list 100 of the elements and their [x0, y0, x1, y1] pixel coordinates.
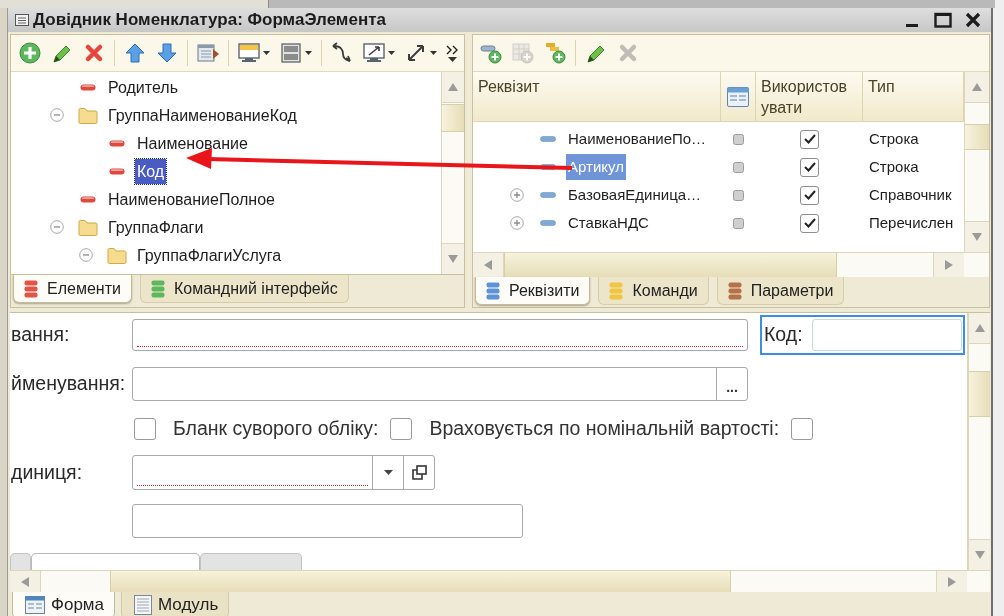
horizontal-scrollbar[interactable]	[10, 570, 967, 592]
scroll-right-button[interactable]	[937, 571, 967, 592]
horizontal-scrollbar[interactable]	[473, 252, 964, 277]
editor-tab[interactable]: Модуль	[121, 592, 230, 616]
expand-icon[interactable]	[510, 216, 524, 230]
close-icon[interactable]	[965, 12, 981, 28]
plus-circle-icon[interactable]	[19, 42, 41, 64]
panel-tab[interactable]: Командний інтерфейс	[139, 275, 349, 303]
checkbox[interactable]	[800, 185, 819, 205]
tree-item[interactable]: Код	[135, 158, 167, 184]
field-label: Код:	[764, 322, 803, 348]
more-button[interactable]	[446, 44, 459, 62]
scroll-left-button[interactable]	[10, 571, 40, 592]
triangle-up-icon	[974, 324, 985, 332]
tree-item[interactable]: ГруппаНаименованиеКод	[106, 102, 299, 128]
dash-icon	[80, 83, 96, 91]
attribute-plus-icon[interactable]	[480, 42, 502, 64]
scrollbar-thumb[interactable]	[965, 124, 989, 150]
triangle-down-icon	[972, 233, 982, 241]
caret-icon[interactable]	[448, 56, 457, 62]
panel-tab[interactable]: Елементи	[13, 275, 132, 303]
folder-icon	[107, 246, 127, 264]
collapse-icon[interactable]	[49, 220, 64, 234]
form-tab[interactable]	[31, 553, 200, 570]
folder-icon	[78, 106, 98, 124]
scroll-up-button[interactable]	[442, 72, 464, 102]
scroll-left-button[interactable]	[473, 253, 503, 277]
editor-tab[interactable]: Форма	[12, 592, 115, 616]
tree-item[interactable]: Родитель	[106, 74, 180, 100]
maximize-icon[interactable]	[934, 12, 952, 28]
attribute-type: Справочник	[869, 185, 952, 203]
caret-icon[interactable]	[305, 51, 312, 55]
triangle-right-icon	[948, 576, 956, 587]
triangle-left-icon	[21, 576, 29, 587]
checkbox[interactable]	[390, 417, 413, 440]
monitor-arrow-icon[interactable]	[363, 42, 385, 64]
list-window-icon[interactable]	[197, 42, 219, 64]
input-field[interactable]: ...	[132, 367, 748, 401]
vertical-scrollbar[interactable]	[968, 313, 990, 570]
square-icon	[733, 161, 744, 173]
tree-item[interactable]: Наименование	[135, 130, 250, 156]
collapse-icon[interactable]	[78, 248, 93, 262]
input-field[interactable]	[812, 319, 962, 351]
caret-icon	[383, 470, 393, 475]
monitor-icon[interactable]	[238, 42, 260, 64]
blocks-plus-icon[interactable]	[544, 42, 566, 64]
field-label: йменування:	[11, 372, 126, 395]
dash-icon	[540, 192, 556, 198]
column-header[interactable]: Тип	[868, 76, 963, 97]
tree-item[interactable]: НаименованиеПолное	[106, 186, 277, 212]
tree-item[interactable]: ГруппаФлаги	[106, 214, 206, 240]
caret-icon[interactable]	[388, 51, 395, 55]
down-arrow-icon[interactable]	[156, 42, 178, 64]
checkbox[interactable]	[134, 417, 156, 440]
attribute-name[interactable]: НаименованиеПо…	[566, 126, 709, 152]
attribute-type: Строка	[869, 157, 919, 175]
field-label: вання:	[11, 323, 70, 346]
collapse-icon[interactable]	[49, 108, 64, 122]
cross-icon[interactable]	[83, 42, 105, 64]
scroll-right-button[interactable]	[934, 253, 964, 277]
document-icon	[134, 594, 152, 615]
double-chevron-icon[interactable]	[446, 44, 459, 55]
diagonal-arrows-icon[interactable]	[405, 42, 427, 64]
attribute-name[interactable]: БазоваяЕдиница…	[566, 182, 704, 208]
vertical-scrollbar[interactable]	[964, 72, 989, 252]
folder-icon	[78, 218, 98, 236]
select-button[interactable]: ...	[716, 368, 747, 400]
combo-box[interactable]	[132, 455, 435, 490]
triangle-up-icon	[972, 83, 982, 91]
caret-icon[interactable]	[430, 51, 437, 55]
scrollbar-thumb[interactable]	[442, 104, 464, 132]
panel-tab[interactable]: Реквізити	[475, 277, 591, 305]
column-header[interactable]: Використовувати	[761, 76, 851, 118]
column-header[interactable]: Реквізит	[478, 76, 720, 97]
tree-item[interactable]: ГруппаФлагиУслуга	[135, 242, 284, 268]
input-field[interactable]	[132, 504, 523, 538]
checkbox[interactable]	[800, 213, 819, 233]
triangle-right-icon	[945, 260, 953, 270]
scroll-up-button[interactable]	[969, 313, 990, 343]
scroll-down-button[interactable]	[442, 244, 464, 274]
checkbox[interactable]	[800, 157, 819, 177]
scroll-down-button[interactable]	[969, 540, 990, 570]
attribute-name[interactable]: СтавкаНДС	[566, 210, 651, 236]
panel-tab[interactable]: Параметри	[716, 277, 845, 305]
scroll-down-button[interactable]	[965, 222, 989, 252]
curved-arrow-icon[interactable]	[331, 42, 353, 64]
panel-tab[interactable]: Команди	[598, 277, 709, 305]
dash-icon	[109, 167, 125, 175]
caret-icon[interactable]	[263, 51, 270, 55]
up-arrow-icon[interactable]	[124, 42, 146, 64]
vertical-scrollbar[interactable]	[441, 72, 464, 274]
scrollbar-thumb[interactable]	[969, 371, 990, 417]
scrollbar-thumb[interactable]	[504, 253, 837, 277]
scroll-up-button[interactable]	[965, 72, 989, 102]
scrollbar-thumb[interactable]	[110, 571, 731, 592]
expand-icon[interactable]	[510, 188, 524, 202]
checkbox[interactable]	[800, 129, 819, 149]
input-field[interactable]	[132, 319, 748, 351]
checkbox-label: Бланк суворого обліку:	[173, 415, 379, 441]
checkbox[interactable]	[791, 417, 814, 440]
